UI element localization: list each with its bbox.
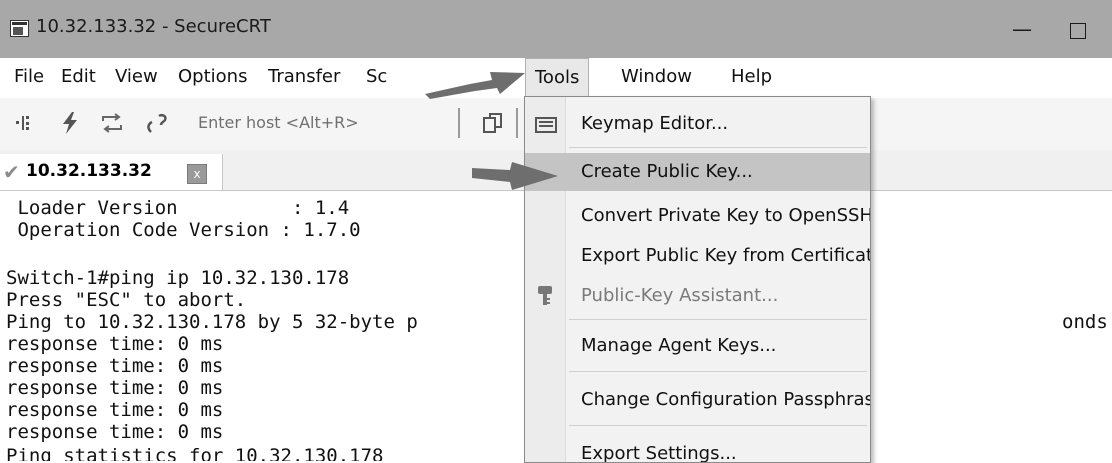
terminal-line: Operation Code Version : 1.7.0 (6, 219, 361, 241)
terminal-line: response time: 0 ms (6, 333, 224, 355)
toolbar-separator-2 (516, 108, 518, 138)
toolbar-separator (458, 108, 460, 138)
window-title: 10.32.133.32 - SecureCRT (36, 16, 271, 37)
menu-item-export-settings[interactable]: Export Settings... (525, 435, 870, 463)
menu-script[interactable]: Sc (366, 66, 387, 87)
terminal-line: Press "ESC" to abort. (6, 289, 247, 311)
menu-item-create-public-key[interactable]: Create Public Key... (525, 153, 870, 191)
terminal-line: response time: 0 ms (6, 377, 224, 399)
reconnect-icon[interactable] (100, 113, 124, 133)
menu-tools[interactable]: Tools (525, 58, 590, 96)
menu-separator (569, 147, 867, 148)
menu-item-label: Manage Agent Keys... (581, 335, 777, 356)
tools-menu-dropdown: Keymap Editor... Create Public Key... Co… (524, 96, 871, 463)
menu-item-label: Keymap Editor... (581, 113, 729, 134)
quick-connect-icon[interactable] (14, 113, 34, 133)
menu-edit[interactable]: Edit (61, 66, 96, 87)
menu-item-export-public-key[interactable]: Export Public Key from Certificate... (525, 237, 870, 275)
copy-icon[interactable] (481, 111, 505, 135)
host-input[interactable]: Enter host <Alt+R> (198, 113, 359, 132)
menu-window[interactable]: Window (621, 66, 692, 87)
session-tab-label: 10.32.133.32 (26, 161, 152, 181)
menu-item-change-passphrase[interactable]: Change Configuration Passphrase... (525, 381, 870, 419)
terminal-line: response time: 0 ms (6, 355, 224, 377)
menu-file[interactable]: File (14, 66, 44, 87)
terminal-line: Ping statistics for 10.32.130.178 (6, 445, 384, 461)
terminal-line: Switch-1#ping ip 10.32.130.178 (6, 267, 350, 289)
terminal-line: Loader Version : 1.4 (6, 197, 350, 219)
close-tab-button[interactable]: x (187, 164, 207, 184)
key-icon (538, 286, 552, 305)
title-bar[interactable]: 10.32.133.32 - SecureCRT — (0, 0, 1112, 58)
menu-item-label: Export Settings... (581, 443, 737, 463)
terminal-line: response time: 0 ms (6, 421, 224, 443)
menu-item-label: Create Public Key... (581, 161, 753, 182)
menu-options[interactable]: Options (178, 66, 247, 87)
menu-separator (569, 319, 867, 320)
maximize-icon (1070, 22, 1086, 39)
lightning-icon[interactable] (60, 111, 80, 135)
check-icon: ✔ (3, 160, 20, 184)
menu-item-label: Convert Private Key to OpenSSH Format... (581, 205, 871, 226)
session-tab[interactable]: ✔ 10.32.133.32 x (0, 154, 223, 190)
disconnect-icon[interactable] (145, 112, 171, 134)
menu-item-label: Change Configuration Passphrase... (581, 389, 871, 410)
terminal-line-fragment: onds (1062, 311, 1108, 333)
menu-item-public-key-assistant[interactable]: Public-Key Assistant... (525, 277, 870, 315)
menu-help[interactable]: Help (731, 66, 772, 87)
maximize-button[interactable] (1050, 10, 1106, 50)
securecrt-app-icon (10, 20, 29, 37)
menu-view[interactable]: View (115, 66, 158, 87)
menu-bar: File Edit View Options Transfer Sc Tools… (0, 58, 1112, 99)
menu-separator (569, 425, 867, 426)
menu-item-convert-private-key[interactable]: Convert Private Key to OpenSSH Format... (525, 197, 870, 235)
minimize-button[interactable]: — (994, 10, 1050, 50)
keyboard-icon (535, 117, 557, 133)
menu-item-label: Public-Key Assistant... (581, 285, 779, 306)
menu-item-manage-agent-keys[interactable]: Manage Agent Keys... (525, 327, 870, 365)
menu-transfer[interactable]: Transfer (268, 66, 340, 87)
terminal-line: response time: 0 ms (6, 399, 224, 421)
menu-separator (569, 371, 867, 372)
menu-item-label: Export Public Key from Certificate... (581, 245, 871, 266)
menu-item-keymap-editor[interactable]: Keymap Editor... (525, 105, 870, 143)
terminal-line: Ping to 10.32.130.178 by 5 32-byte p (6, 311, 418, 333)
